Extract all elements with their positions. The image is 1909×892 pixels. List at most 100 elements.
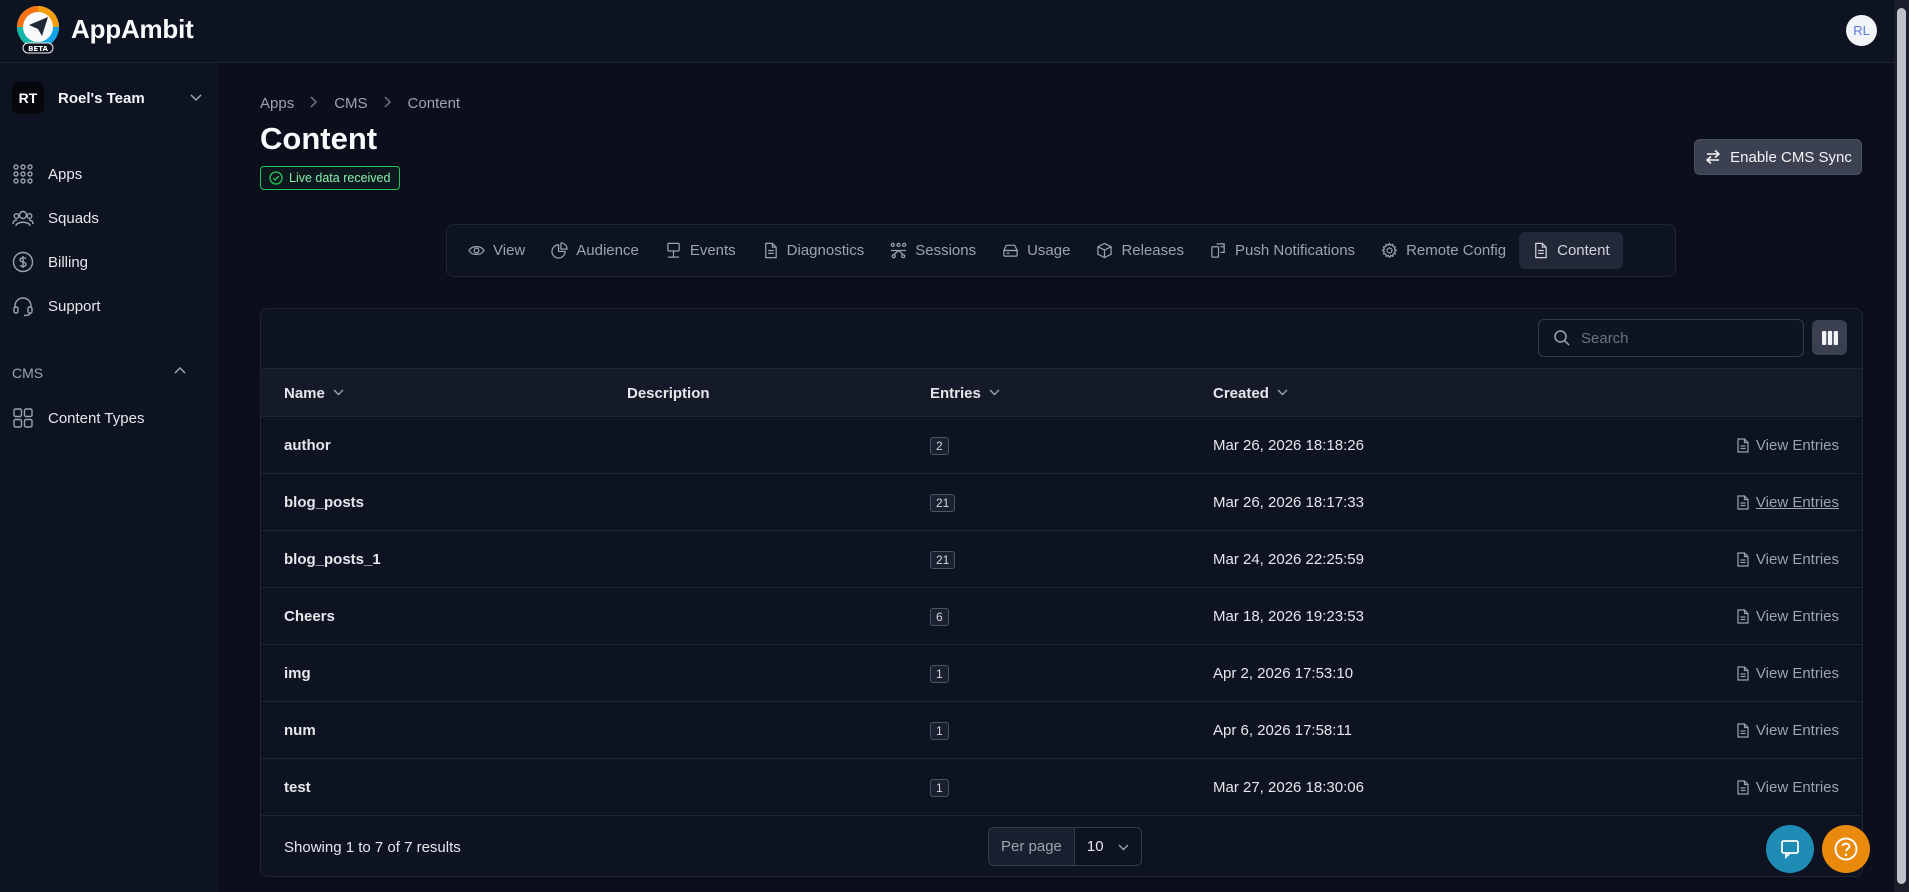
- table-row: test 1 Mar 27, 2026 18:30:06 View Entrie…: [261, 759, 1862, 816]
- live-data-text: Live data received: [289, 171, 391, 185]
- tab-push-notifications[interactable]: Push Notifications: [1197, 232, 1368, 269]
- tab-label: Remote Config: [1406, 242, 1507, 259]
- app-logo-icon[interactable]: BETA: [14, 5, 64, 55]
- scrollbar-thumb[interactable]: [1897, 8, 1906, 884]
- view-entries-label: View Entries: [1755, 665, 1839, 682]
- row-name: author: [284, 437, 331, 454]
- view-entries-label: View Entries: [1755, 437, 1839, 454]
- sidebar-item-support[interactable]: Support: [12, 292, 101, 320]
- tab-label: Content: [1557, 242, 1610, 259]
- tab-label: Sessions: [915, 242, 977, 259]
- tab-usage[interactable]: Usage: [989, 232, 1083, 269]
- document-icon: [1737, 780, 1749, 795]
- arrows-swap-icon: [1705, 149, 1721, 165]
- enable-cms-sync-button[interactable]: Enable CMS Sync: [1694, 139, 1862, 175]
- enable-cms-sync-label: Enable CMS Sync: [1730, 148, 1852, 166]
- row-created: Mar 18, 2026 19:23:53: [1213, 608, 1364, 625]
- view-entries-link[interactable]: View Entries: [1736, 588, 1839, 645]
- view-entries-label: View Entries: [1755, 722, 1839, 739]
- sidebar-item-billing[interactable]: Billing: [12, 248, 88, 276]
- tab-events[interactable]: Events: [652, 232, 749, 269]
- check-circle-icon: [269, 171, 283, 185]
- live-data-badge: Live data received: [260, 166, 401, 190]
- tab-remote-config[interactable]: Remote Config: [1368, 232, 1519, 269]
- document-icon: [1535, 242, 1547, 259]
- row-name: test: [284, 779, 311, 796]
- view-entries-link[interactable]: View Entries: [1736, 759, 1839, 816]
- column-label: Description: [627, 385, 710, 402]
- tab-content[interactable]: Content: [1519, 232, 1623, 269]
- sidebar-item-content-types[interactable]: Content Types: [12, 404, 144, 432]
- chevron-down-icon: [1118, 838, 1129, 855]
- sidebar-item-apps[interactable]: Apps: [12, 160, 82, 188]
- view-entries-link[interactable]: View Entries: [1736, 531, 1839, 588]
- question-circle-icon: [1834, 837, 1858, 861]
- column-header-entries[interactable]: Entries: [930, 369, 1000, 418]
- row-name: num: [284, 722, 316, 739]
- table-row: img 1 Apr 2, 2026 17:53:10 View Entries: [261, 645, 1862, 702]
- entries-count-badge: 2: [930, 436, 949, 455]
- box-icon: [1097, 242, 1113, 259]
- team-switcher[interactable]: RT Roel's Team: [12, 82, 202, 114]
- row-name: img: [284, 665, 311, 682]
- row-name: blog_posts_1: [284, 551, 381, 568]
- chevron-right-icon: [384, 96, 392, 111]
- search-box[interactable]: [1538, 319, 1804, 357]
- view-entries-link[interactable]: View Entries: [1736, 417, 1839, 474]
- sidebar-item-label: Billing: [48, 253, 89, 271]
- view-entries-link[interactable]: View Entries: [1736, 474, 1839, 531]
- tab-diagnostics[interactable]: Diagnostics: [749, 232, 878, 269]
- chat-button[interactable]: [1766, 825, 1814, 873]
- help-button[interactable]: [1822, 825, 1870, 873]
- top-bar: BETA AppAmbit RL: [0, 0, 1894, 63]
- breadcrumb-cms[interactable]: CMS: [334, 95, 367, 112]
- column-header-created[interactable]: Created: [1213, 369, 1288, 418]
- sidebar-item-label: Support: [48, 297, 101, 315]
- tab-view[interactable]: View: [455, 232, 538, 269]
- search-input[interactable]: [1581, 329, 1781, 347]
- view-entries-link[interactable]: View Entries: [1736, 645, 1839, 702]
- app-tabs: View Audience Events Diagnostics Session…: [446, 224, 1676, 277]
- logo-badge: BETA: [28, 45, 48, 53]
- pie-icon: [551, 242, 568, 259]
- tab-sessions[interactable]: Sessions: [877, 232, 989, 269]
- column-label: Entries: [930, 385, 981, 402]
- tab-audience[interactable]: Audience: [538, 232, 652, 269]
- row-created: Mar 24, 2026 22:25:59: [1213, 551, 1364, 568]
- chevron-down-icon: [190, 91, 202, 105]
- column-label: Name: [284, 385, 325, 402]
- entries-count-badge: 1: [930, 664, 949, 683]
- search-icon: [1554, 330, 1570, 346]
- per-page-value: 10: [1086, 838, 1104, 855]
- team-name: Roel's Team: [58, 89, 145, 107]
- chat-icon: [1781, 840, 1799, 860]
- document-icon: [1737, 609, 1749, 624]
- entries-count-badge: 1: [930, 778, 949, 797]
- tab-label: Audience: [576, 242, 639, 259]
- view-entries-link[interactable]: View Entries: [1736, 702, 1839, 759]
- sidebar-item-label: Content Types: [48, 409, 145, 427]
- headset-icon: [13, 297, 33, 317]
- row-created: Apr 6, 2026 17:58:11: [1213, 722, 1352, 739]
- per-page-select[interactable]: Per page 10: [988, 827, 1142, 866]
- row-created: Apr 2, 2026 17:53:10: [1213, 665, 1354, 682]
- chevron-up-icon[interactable]: [174, 363, 186, 377]
- chevron-right-icon: [310, 96, 318, 111]
- chevron-down-icon: [989, 388, 1000, 399]
- breadcrumb-content[interactable]: Content: [408, 95, 461, 112]
- sidebar-item-label: Squads: [48, 209, 99, 227]
- table-row: blog_posts 21 Mar 26, 2026 18:17:33 View…: [261, 474, 1862, 531]
- tab-label: Usage: [1027, 242, 1071, 259]
- tab-releases[interactable]: Releases: [1083, 232, 1197, 269]
- column-toggle-button[interactable]: [1812, 320, 1847, 355]
- document-icon: [1737, 666, 1749, 681]
- sidebar: RT Roel's Team Apps Squads Billing Suppo…: [0, 63, 218, 892]
- document-icon: [1737, 495, 1749, 510]
- user-avatar[interactable]: RL: [1846, 15, 1877, 46]
- cms-section-label[interactable]: CMS: [12, 365, 43, 381]
- row-name: blog_posts: [284, 494, 365, 511]
- breadcrumb-apps[interactable]: Apps: [260, 95, 294, 112]
- sidebar-item-squads[interactable]: Squads: [12, 204, 99, 232]
- column-header-name[interactable]: Name: [284, 369, 344, 418]
- grid-dots-icon: [13, 164, 33, 184]
